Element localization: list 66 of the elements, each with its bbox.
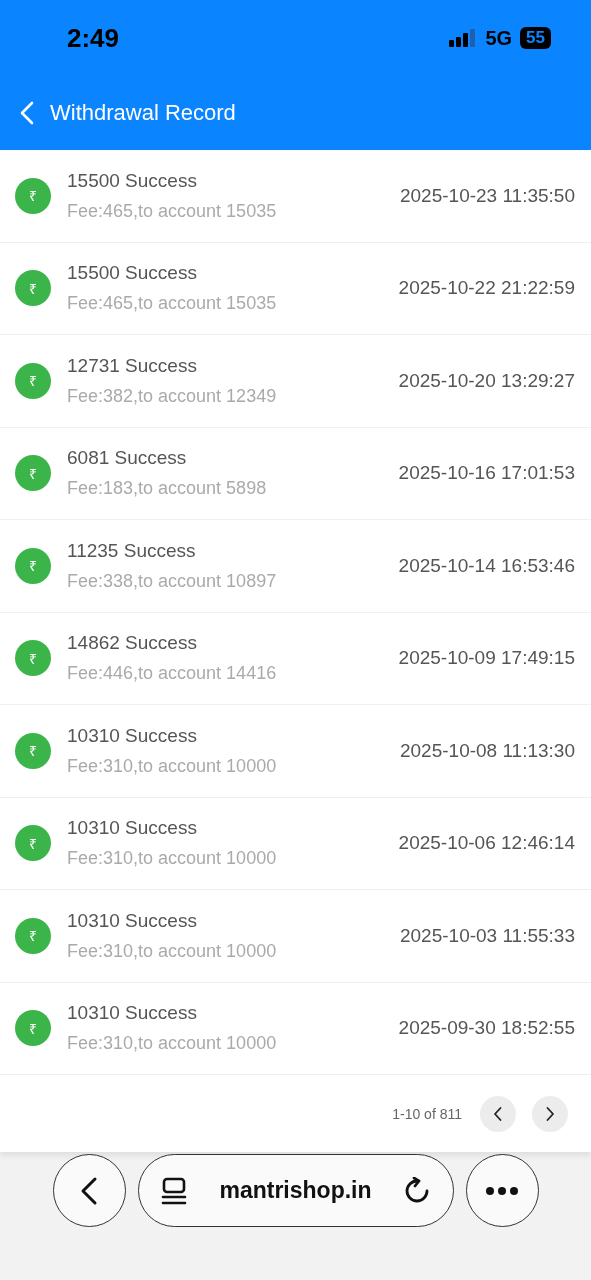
signal-icon (449, 29, 478, 47)
more-icon (485, 1185, 519, 1196)
record-title: 11235 Success (67, 539, 197, 562)
rupee-icon: ₹ (15, 177, 51, 214)
record-time: 2025-09-30 18:52:55 (398, 1017, 575, 1040)
record-detail: Fee:338,to account 10897 (67, 570, 278, 592)
record-time: 2025-10-06 12:46:14 (398, 832, 575, 855)
record-detail: Fee:310,to account 10000 (67, 755, 278, 777)
previous-page-button[interactable] (480, 1095, 516, 1132)
back-icon[interactable] (20, 101, 34, 125)
record-row[interactable]: ₹ 14862 Success Fee:446,to account 14416 2025-10-09 17:49:15 (0, 612, 591, 705)
back-icon (79, 1175, 99, 1206)
rupee-icon: ₹ (15, 640, 51, 677)
record-detail: Fee:446,to account 14416 (67, 663, 278, 685)
record-detail: Fee:310,to account 10000 (67, 1033, 278, 1055)
record-time: 2025-10-09 17:49:15 (398, 647, 575, 670)
record-title: 10310 Success (67, 1002, 198, 1025)
rupee-icon: ₹ (15, 270, 51, 307)
record-title: 10310 Success (67, 724, 198, 747)
record-detail: Fee:310,to account 10000 (67, 848, 278, 870)
record-title: 10310 Success (67, 817, 198, 840)
reader-icon[interactable] (160, 1176, 187, 1205)
record-time: 2025-10-23 11:35:50 (399, 184, 575, 207)
record-detail: Fee:465,to account 15035 (67, 293, 278, 315)
page-range: 1-10 of 811 (392, 1105, 462, 1122)
record-row[interactable]: ₹ 12731 Success Fee:382,to account 12349 2025-10-20 13:29:27 (0, 335, 591, 428)
record-row[interactable]: ₹ 6081 Success Fee:183,to account 5898 2025-10-16 17:01:53 (0, 427, 591, 520)
record-detail: Fee:382,to account 12349 (67, 385, 278, 407)
chevron-left-icon (493, 1105, 503, 1122)
rupee-icon: ₹ (15, 1010, 51, 1047)
record-row[interactable]: ₹ 15500 Success Fee:465,to account 15035 2025-10-22 21:22:59 (0, 242, 591, 335)
rupee-icon: ₹ (15, 825, 51, 862)
record-time: 2025-10-03 11:55:33 (399, 924, 575, 947)
record-row[interactable]: ₹ 10310 Success Fee:310,to account 10000 2025-10-08 11:13:30 (0, 705, 591, 798)
network-label: 5G (485, 26, 513, 50)
record-title: 14862 Success (67, 632, 198, 655)
address-bar[interactable]: mantrishop.in (137, 1154, 454, 1227)
record-time: 2025-10-22 21:22:59 (398, 277, 575, 300)
record-detail: Fee:310,to account 10000 (67, 940, 278, 962)
record-time: 2025-10-16 17:01:53 (398, 462, 575, 485)
record-title: 15500 Success (67, 169, 198, 192)
url-text: mantrishop.in (219, 1177, 372, 1204)
record-row[interactable]: ₹ 15500 Success Fee:465,to account 15035 2025-10-23 11:35:50 (0, 150, 591, 243)
record-title: 6081 Success (67, 447, 188, 470)
next-page-button[interactable] (532, 1095, 568, 1132)
battery-indicator: 55 (520, 27, 551, 49)
rupee-icon: ₹ (15, 917, 51, 954)
record-detail: Fee:183,to account 5898 (67, 478, 268, 500)
record-time: 2025-10-20 13:29:27 (398, 369, 575, 392)
page-title: Withdrawal Record (50, 100, 236, 126)
status-time: 2:49 (67, 22, 120, 54)
record-title: 15500 Success (67, 262, 198, 285)
rupee-icon: ₹ (15, 362, 51, 399)
chevron-right-icon (545, 1105, 555, 1122)
reload-icon[interactable] (404, 1176, 431, 1205)
record-title: 12731 Success (67, 354, 198, 377)
record-time: 2025-10-14 16:53:46 (398, 554, 575, 577)
record-row[interactable]: ₹ 11235 Success Fee:338,to account 10897 2025-10-14 16:53:46 (0, 520, 591, 613)
record-time: 2025-10-08 11:13:30 (399, 739, 575, 762)
rupee-icon: ₹ (15, 547, 51, 584)
rupee-icon: ₹ (15, 455, 51, 492)
record-detail: Fee:465,to account 15035 (67, 200, 278, 222)
record-title: 10310 Success (67, 909, 198, 932)
record-row[interactable]: ₹ 10310 Success Fee:310,to account 10000 2025-10-03 11:55:33 (0, 890, 591, 983)
record-row[interactable]: ₹ 10310 Success Fee:310,to account 10000 2025-10-06 12:46:14 (0, 797, 591, 890)
rupee-icon: ₹ (15, 732, 51, 769)
